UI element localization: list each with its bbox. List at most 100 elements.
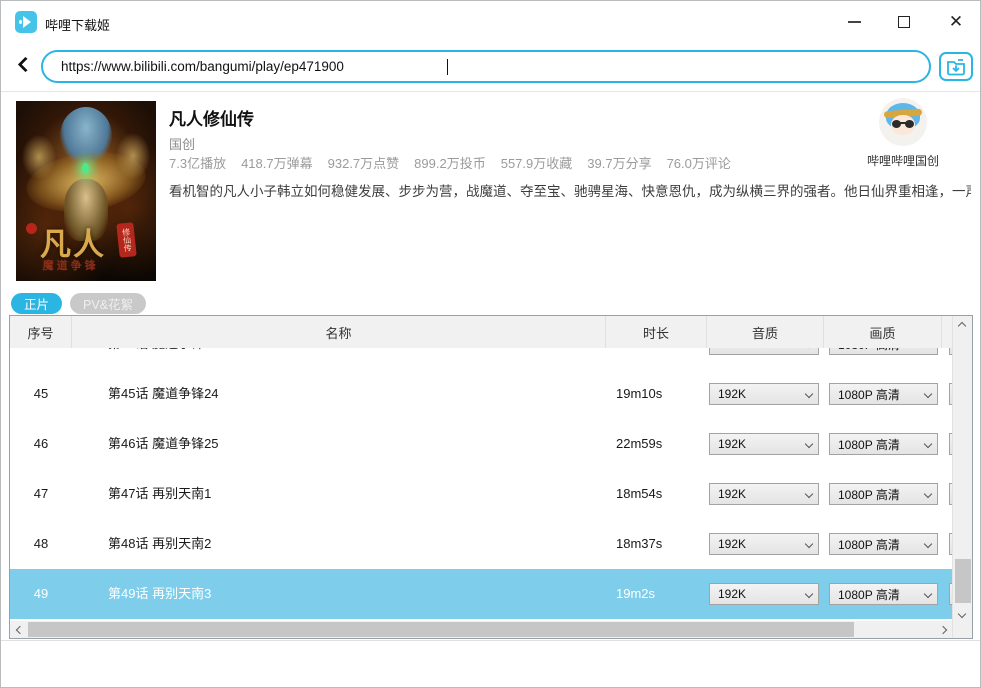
extra-select[interactable] [949,348,952,355]
header-number[interactable]: 序号 [10,316,72,348]
row-number: 44 [10,348,72,369]
video-quality-select[interactable]: 1080P 高清 [829,483,938,505]
video-quality-select[interactable]: 1080P 高清 [829,383,938,405]
extra-select[interactable] [949,383,952,405]
scroll-up-icon[interactable] [953,316,973,333]
row-name: 第48话 再别天南2 [72,519,606,569]
window-title: 哔哩下载姬 [45,15,110,34]
row-duration: 22m59s [606,419,707,469]
table-row[interactable]: 45 第45话 魔道争锋24 19m10s 192K 1080P 高清 [10,369,952,419]
text-cursor [447,59,448,75]
chevron-down-icon [802,534,818,554]
chevron-down-icon [802,384,818,404]
stat-danmaku: 418.7万弹幕 [241,153,313,172]
video-quality-select[interactable]: 1080P 高清 [829,433,938,455]
app-window: 哔哩下载姬 ✕ 凡人 修仙传 魔道争锋 凡人修仙传 国创 7.3亿播放 418.… [0,0,981,688]
chevron-down-icon [802,584,818,604]
close-button[interactable]: ✕ [939,1,973,43]
episode-table: 序号 名称 时长 音质 画质 44 第44话 魔道争锋23 18m59s 192… [9,315,973,639]
row-number: 49 [10,569,72,619]
row-number: 45 [10,369,72,419]
table-row[interactable]: 46 第46话 魔道争锋25 22m59s 192K 1080P 高清 [10,419,952,469]
header-audio-quality[interactable]: 音质 [707,316,824,348]
titlebar: 哔哩下载姬 ✕ [1,1,980,43]
row-number: 46 [10,419,72,469]
header-video-quality[interactable]: 画质 [824,316,942,348]
scroll-right-icon[interactable] [935,621,952,638]
minimize-button[interactable] [837,1,871,43]
tab-pv-extras[interactable]: PV&花絮 [70,293,146,314]
chevron-down-icon [921,534,937,554]
stat-shares: 39.7万分享 [587,153,651,172]
audio-quality-select[interactable]: 192K [709,348,819,355]
row-name: 第46话 魔道争锋25 [72,419,606,469]
table-row[interactable]: 44 第44话 魔道争锋23 18m59s 192K 1080P 高清 [10,348,952,369]
url-bar[interactable] [41,50,931,83]
header-duration[interactable]: 时长 [606,316,707,348]
media-description: 看机智的凡人小子韩立如何稳健发展、步步为营，战魔道、夺至宝、驰骋星海、快意恩仇，… [169,180,971,200]
vertical-scrollbar[interactable] [952,316,972,638]
audio-quality-select[interactable]: 192K [709,583,819,605]
chevron-down-icon [802,348,818,354]
uploader-avatar [879,98,927,146]
row-name: 第44话 魔道争锋23 [72,348,606,369]
chevron-down-icon [921,384,937,404]
row-duration: 18m37s [606,519,707,569]
table-header: 序号 名称 时长 音质 画质 [10,316,952,348]
stat-plays: 7.3亿播放 [169,153,226,172]
back-icon [18,57,34,73]
row-name: 第49话 再别天南3 [72,569,606,619]
table-row[interactable]: 49 第49话 再别天南3 19m2s 192K 1080P 高清 [10,569,952,619]
extra-select[interactable] [949,433,952,455]
header-name[interactable]: 名称 [72,316,606,348]
scroll-down-icon[interactable] [953,606,973,623]
horizontal-scrollbar[interactable] [10,621,952,638]
header-extra [942,316,952,348]
chevron-down-icon [921,348,937,354]
footer-bar: 全选 解析视频 下载选中项 [1,640,980,688]
chevron-down-icon [921,584,937,604]
extra-select[interactable] [949,533,952,555]
folder-download-icon [946,58,966,76]
table-row[interactable]: 47 第47话 再别天南1 18m54s 192K 1080P 高清 [10,469,952,519]
stat-likes: 932.7万点赞 [328,153,400,172]
maximize-icon [898,16,910,28]
video-quality-select[interactable]: 1080P 高清 [829,533,938,555]
vertical-scroll-thumb[interactable] [955,559,971,603]
uploader-name: 哔哩哔哩国创 [857,152,949,169]
episode-tabs: 正片 PV&花絮 [11,293,146,314]
row-number: 48 [10,519,72,569]
audio-quality-select[interactable]: 192K [709,383,819,405]
poster-subtitle: 魔道争锋 [16,257,125,273]
video-quality-select[interactable]: 1080P 高清 [829,348,938,355]
horizontal-scroll-thumb[interactable] [28,622,854,637]
fetch-url-button[interactable] [939,52,973,81]
scroll-left-icon[interactable] [10,621,27,638]
extra-select[interactable] [949,583,952,605]
stat-comments: 76.0万评论 [667,153,731,172]
row-name: 第45话 魔道争锋24 [72,369,606,419]
row-duration: 18m59s [606,348,707,369]
maximize-button[interactable] [887,1,921,43]
table-row[interactable]: 48 第48话 再别天南2 18m37s 192K 1080P 高清 [10,519,952,569]
extra-select[interactable] [949,483,952,505]
row-duration: 18m54s [606,469,707,519]
row-duration: 19m10s [606,369,707,419]
cover-image: 凡人 修仙传 魔道争锋 [16,101,156,281]
stat-favorites: 557.9万收藏 [501,153,573,172]
chevron-down-icon [921,484,937,504]
row-name: 第47话 再别天南1 [72,469,606,519]
audio-quality-select[interactable]: 192K [709,533,819,555]
media-title: 凡人修仙传 [169,105,254,130]
stat-coins: 899.2万投币 [414,153,486,172]
tab-main-episodes[interactable]: 正片 [11,293,62,314]
url-input[interactable] [61,59,446,74]
minimize-icon [848,21,861,23]
media-stats: 7.3亿播放 418.7万弹幕 932.7万点赞 899.2万投币 557.9万… [169,153,731,172]
back-button[interactable] [15,57,35,77]
audio-quality-select[interactable]: 192K [709,483,819,505]
row-duration: 19m2s [606,569,707,619]
video-quality-select[interactable]: 1080P 高清 [829,583,938,605]
scrollbar-corner [953,623,972,638]
audio-quality-select[interactable]: 192K [709,433,819,455]
